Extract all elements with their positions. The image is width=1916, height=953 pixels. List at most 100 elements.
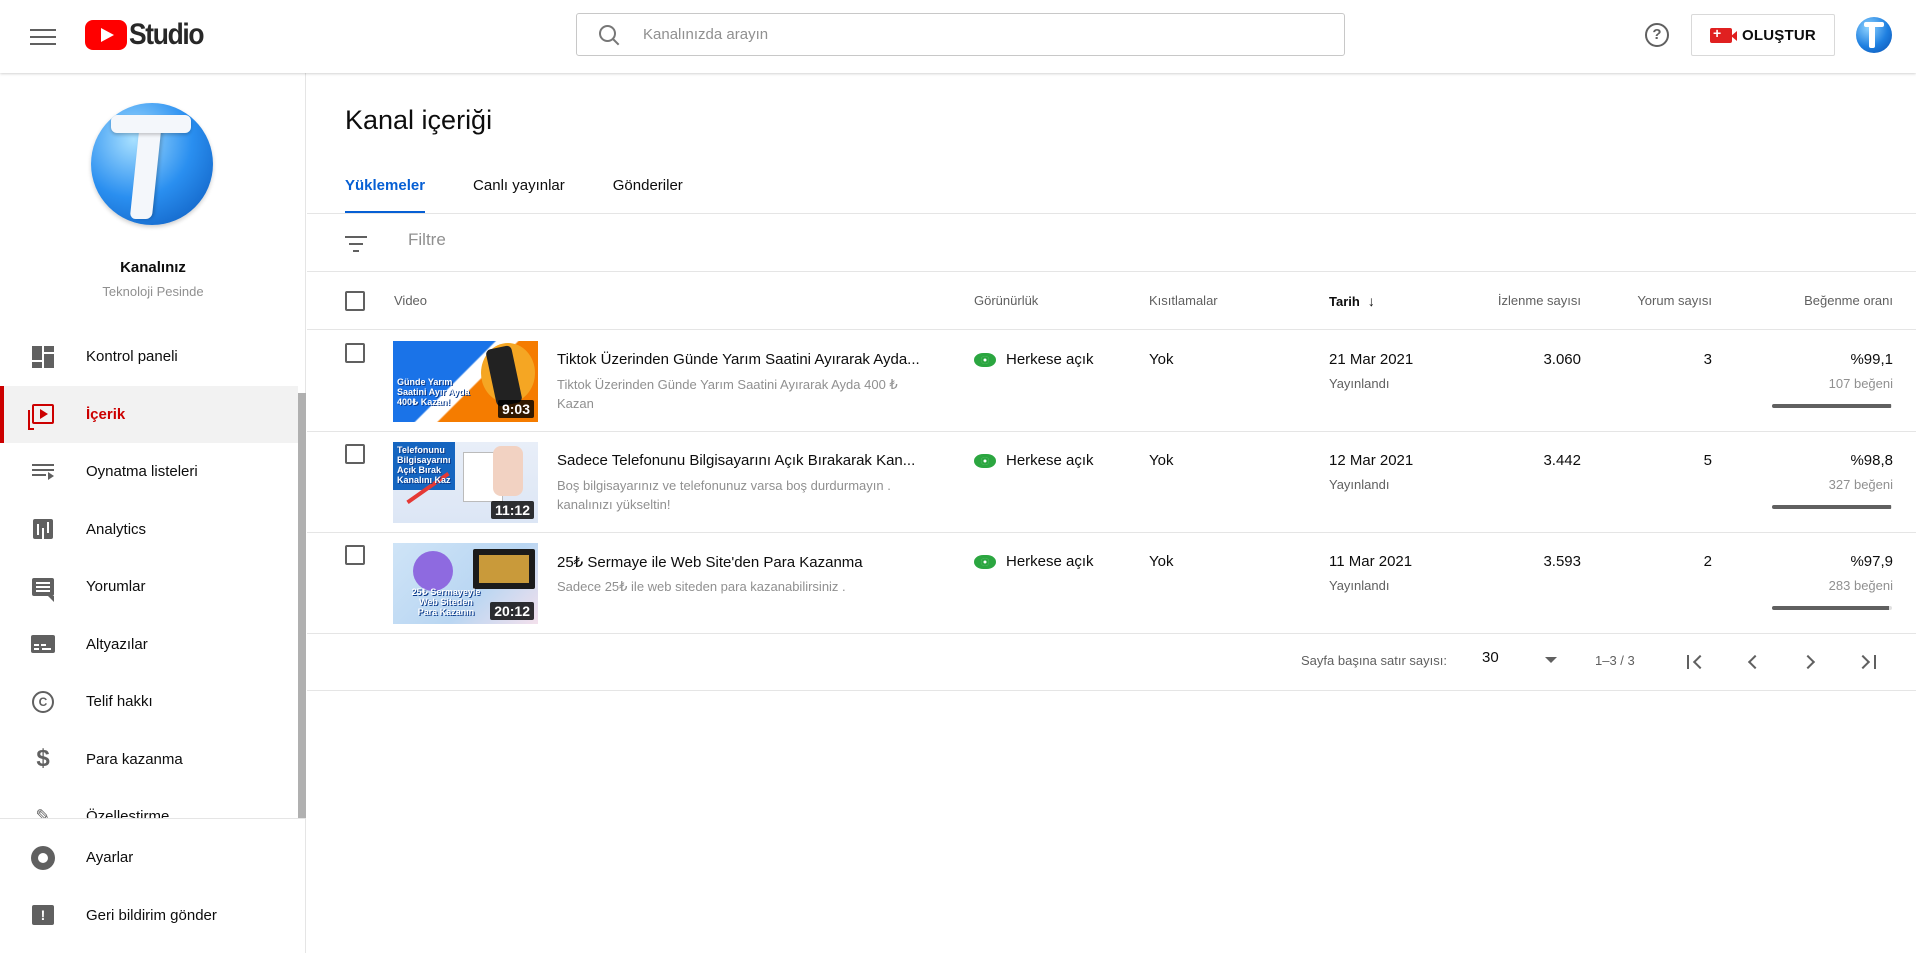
sidebar-scrollbar-thumb[interactable] [298, 393, 306, 818]
date-value: 21 Mar 2021 [1329, 351, 1414, 368]
table-row[interactable]: 25₺ Sermayeyle Web Siteden Para Kazanın … [307, 533, 1916, 634]
previous-page-button[interactable] [1738, 647, 1768, 677]
video-title[interactable]: Sadece Telefonunu Bilgisayarını Açık Bır… [557, 452, 927, 469]
like-ratio-bar-fill [1772, 606, 1890, 610]
create-button-label: OLUŞTUR [1742, 26, 1816, 44]
last-page-button[interactable] [1852, 647, 1882, 677]
youtube-play-icon [85, 20, 127, 50]
logo-text: Studio [129, 18, 205, 51]
rows-per-page-value: 30 [1482, 649, 1499, 666]
table-row[interactable]: Telefonunu Bilgisayarını Açık Bırak Kana… [307, 432, 1916, 533]
visibility-select[interactable]: Herkese açık [974, 452, 1094, 469]
row-checkbox[interactable] [345, 545, 365, 565]
account-avatar[interactable] [1856, 17, 1892, 53]
sort-down-icon: ↓ [1367, 293, 1375, 309]
sidebar-item-label: Analytics [86, 520, 147, 538]
row-checkbox[interactable] [345, 343, 365, 363]
page-range: 1–3 / 3 [1595, 653, 1635, 668]
sidebar-item-customization[interactable]: ✎ Özelleştirme [0, 788, 298, 818]
pagination-bar: Sayfa başına satır sayısı: 30 1–3 / 3 [307, 633, 1916, 691]
sidebar-item-settings[interactable]: Ayarlar [0, 829, 298, 887]
like-ratio-bar [1772, 404, 1892, 408]
tab-posts[interactable]: Gönderiler [613, 173, 683, 213]
table-row[interactable]: Günde Yarım Saatini Ayır Ayda 400₺ Kazan… [307, 331, 1916, 432]
date-value: 12 Mar 2021 [1329, 452, 1414, 469]
date-status: Yayınlandı [1329, 477, 1390, 492]
row-checkbox[interactable] [345, 444, 365, 464]
sidebar-item-copyright[interactable]: C Telif hakkı [0, 673, 298, 731]
youtube-studio-logo[interactable]: Studio [85, 17, 213, 53]
search-icon[interactable] [597, 23, 621, 47]
views-value: 3.442 [1543, 452, 1581, 469]
copyright-icon: C [30, 689, 56, 715]
sidebar-item-analytics[interactable]: Analytics [0, 501, 298, 559]
next-page-button[interactable] [1795, 647, 1825, 677]
chevron-right-icon [1800, 654, 1816, 670]
tab-live[interactable]: Canlı yayınlar [473, 173, 565, 213]
sidebar-item-monetization[interactable]: $ Para kazanma [0, 731, 298, 789]
visibility-select[interactable]: Herkese açık [974, 351, 1094, 368]
like-ratio-bar [1772, 606, 1892, 610]
dollar-icon: $ [36, 745, 50, 773]
chevron-left-icon [1747, 654, 1763, 670]
like-count-value: 107 beğeni [1828, 376, 1893, 391]
chevron-down-icon [1545, 657, 1557, 663]
date-status: Yayınlandı [1329, 376, 1390, 391]
table-header: Video Görünürlük Kısıtlamalar Tarih ↓ İzl… [307, 273, 1916, 330]
column-header-date[interactable]: Tarih ↓ [1329, 293, 1375, 309]
customization-icon: ✎ [35, 806, 51, 818]
restrictions-value: Yok [1149, 553, 1174, 570]
video-thumbnail[interactable]: Telefonunu Bilgisayarını Açık Bırak Kana… [393, 442, 538, 523]
channel-avatar[interactable] [91, 103, 213, 225]
filter-input[interactable] [408, 230, 908, 250]
video-duration: 20:12 [490, 602, 534, 620]
video-title[interactable]: Tiktok Üzerinden Günde Yarım Saatini Ayı… [557, 351, 927, 368]
help-icon[interactable]: ? [1645, 23, 1669, 47]
sidebar-item-content[interactable]: İçerik [0, 385, 298, 443]
sidebar-nav: Kontrol paneli İçerik Oynatma listeleri … [0, 328, 298, 818]
filter-icon[interactable] [345, 236, 367, 252]
sidebar-item-label: Yorumlar [86, 578, 146, 596]
like-ratio-bar-fill [1772, 505, 1891, 509]
video-thumbnail[interactable]: 25₺ Sermayeyle Web Siteden Para Kazanın … [393, 543, 538, 624]
eye-icon [974, 352, 996, 367]
video-thumbnail[interactable]: Günde Yarım Saatini Ayır Ayda 400₺ Kazan… [393, 341, 538, 422]
content-icon [28, 401, 56, 431]
sidebar-item-playlists[interactable]: Oynatma listeleri [0, 443, 298, 501]
sidebar-item-label: Özelleştirme [86, 808, 170, 818]
channel-subtitle: Teknoloji Pesinde [102, 284, 204, 299]
tab-uploads[interactable]: Yüklemeler [345, 173, 426, 214]
create-video-icon [1710, 25, 1738, 43]
visibility-select[interactable]: Herkese açık [974, 553, 1094, 570]
subtitles-icon [30, 631, 56, 657]
create-button[interactable]: OLUŞTUR [1691, 14, 1835, 56]
search-input[interactable] [643, 26, 1243, 43]
rows-per-page-select[interactable]: 30 [1482, 649, 1562, 673]
like-ratio-value: %98,8 [1850, 452, 1893, 469]
date-status: Yayınlandı [1329, 578, 1390, 593]
menu-icon[interactable] [30, 24, 56, 46]
views-value: 3.593 [1543, 553, 1581, 570]
sidebar: Kanalınız Teknoloji Pesinde Kontrol pane… [0, 73, 306, 953]
column-header-video: Video [394, 293, 428, 308]
sidebar-item-subtitles[interactable]: Altyazılar [0, 616, 298, 674]
sidebar-item-label: Para kazanma [86, 750, 183, 768]
thumbnail-text: Telefonunu Bilgisayarını Açık Bırak Kana… [397, 445, 451, 485]
video-description: Boş bilgisayarınız ve telefonunuz varsa … [557, 478, 891, 512]
sidebar-item-label: Oynatma listeleri [86, 463, 198, 481]
thumbnail-text: 25₺ Sermayeyle Web Siteden Para Kazanın [411, 587, 481, 617]
sidebar-item-comments[interactable]: Yorumlar [0, 558, 298, 616]
search-box[interactable] [576, 13, 1345, 56]
like-count-value: 327 beğeni [1828, 477, 1893, 492]
restrictions-value: Yok [1149, 351, 1174, 368]
select-all-checkbox[interactable] [345, 291, 365, 311]
first-page-button[interactable] [1681, 647, 1711, 677]
video-duration: 11:12 [490, 501, 534, 519]
column-header-views: İzlenme sayısı [1497, 293, 1581, 308]
sidebar-item-feedback[interactable]: ! Geri bildirim gönder [0, 887, 298, 945]
video-title[interactable]: 25₺ Sermaye ile Web Site'den Para Kazanm… [557, 553, 927, 571]
sidebar-scrollbar[interactable] [298, 323, 306, 818]
visibility-label: Herkese açık [1006, 452, 1094, 469]
content-tabs: Yüklemeler Canlı yayınlar Gönderiler [345, 173, 731, 214]
sidebar-item-dashboard[interactable]: Kontrol paneli [0, 328, 298, 386]
